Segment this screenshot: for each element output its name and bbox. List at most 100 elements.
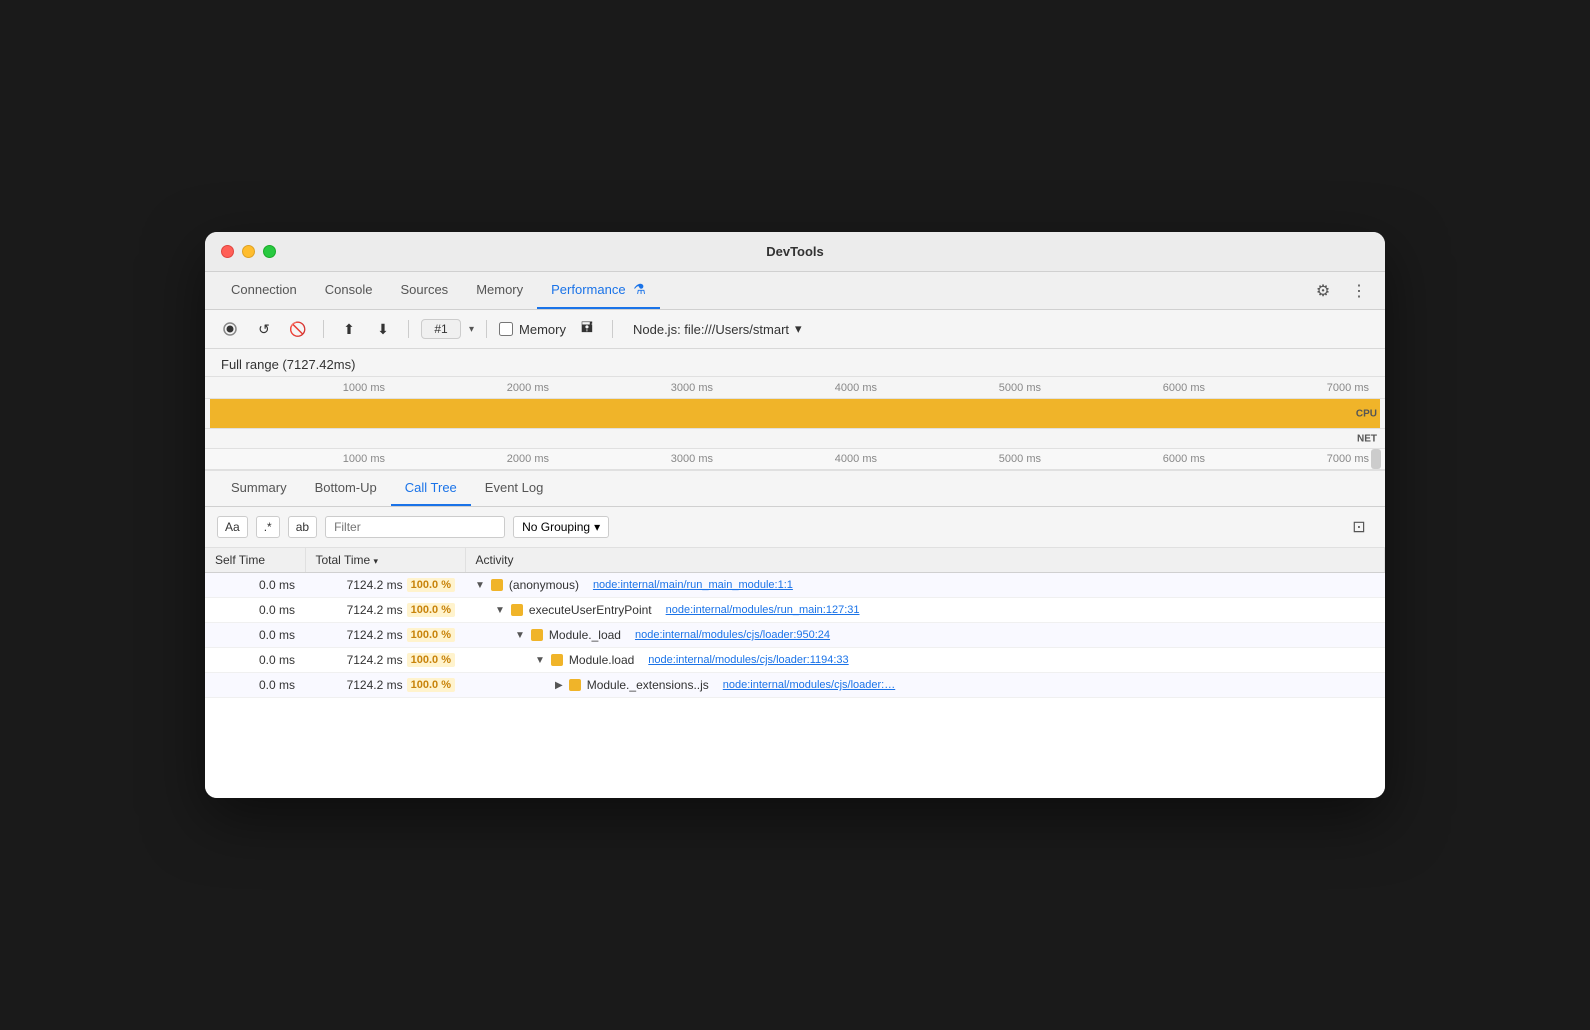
table-container[interactable]: Self Time Total Time ▾ Activity 0.0 ms 71… xyxy=(205,548,1385,798)
expand-arrow[interactable]: ▼ xyxy=(535,655,545,666)
activity-color-box xyxy=(569,679,581,691)
total-time-cell: 7124.2 ms100.0 % xyxy=(305,673,465,698)
total-ms: 7124.2 ms xyxy=(347,653,403,667)
grouping-label: No Grouping xyxy=(522,520,590,534)
activity-link[interactable]: node:internal/main/run_main_module:1:1 xyxy=(593,579,793,591)
expand-arrow[interactable]: ▶ xyxy=(555,680,563,691)
self-time-cell: 0.0 ms xyxy=(205,598,305,623)
ruler-mark-b7000: 7000 ms xyxy=(1327,453,1369,465)
activity-link[interactable]: node:internal/modules/cjs/loader:… xyxy=(723,679,895,691)
ruler-mark-7000: 7000 ms xyxy=(1327,382,1369,394)
screenshots-icon[interactable]: 🖬 xyxy=(574,316,600,342)
grouping-dropdown[interactable]: No Grouping ▾ xyxy=(513,516,609,538)
activity-link[interactable]: node:internal/modules/run_main:127:31 xyxy=(666,604,860,616)
clear-button[interactable]: 🚫 xyxy=(285,316,311,342)
total-time-cell: 7124.2 ms100.0 % xyxy=(305,598,465,623)
total-pct: 100.0 % xyxy=(407,653,455,667)
total-time-cell: 7124.2 ms 100.0 % xyxy=(305,648,465,673)
ruler-mark-4000: 4000 ms xyxy=(835,382,877,394)
activity-name: executeUserEntryPoint xyxy=(529,603,652,617)
cpu-bar-container: CPU xyxy=(205,399,1385,429)
activity-name: Module.load xyxy=(569,653,634,667)
tab-bottom-up[interactable]: Bottom-Up xyxy=(301,471,391,506)
tab-sources[interactable]: Sources xyxy=(386,273,462,308)
th-total-time[interactable]: Total Time ▾ xyxy=(305,548,465,573)
timeline-ruler-top: 1000 ms 2000 ms 3000 ms 4000 ms 5000 ms … xyxy=(205,377,1385,399)
panel-layout-icon[interactable]: ⊡ xyxy=(1345,513,1373,541)
recording-dropdown[interactable]: ▾ xyxy=(469,324,474,335)
aa-filter-button[interactable]: Aa xyxy=(217,516,248,538)
expand-arrow[interactable]: ▼ xyxy=(515,630,525,641)
table-row: 0.0 ms7124.2 ms100.0 %▼Module.loadnode:i… xyxy=(205,648,1385,673)
minimize-button[interactable] xyxy=(242,245,255,258)
memory-checkbox-label[interactable]: Memory xyxy=(499,322,566,337)
th-self-time[interactable]: Self Time xyxy=(205,548,305,573)
download-icon[interactable]: ⬇ xyxy=(370,316,396,342)
beaker-icon: ⚗ xyxy=(633,281,646,297)
self-time-cell: 0.0 ms xyxy=(205,573,305,598)
activity-cell: ▼ executeUserEntryPoint node:internal/modu… xyxy=(465,598,1385,623)
activity-link[interactable]: node:internal/modules/cjs/loader:1194:33 xyxy=(648,654,848,666)
activity-name: (anonymous) xyxy=(509,578,579,592)
filter-input[interactable] xyxy=(325,516,505,538)
tab-console[interactable]: Console xyxy=(311,273,387,308)
total-time-cell: 7124.2 ms 100.0 % xyxy=(305,623,465,648)
activity-color-box xyxy=(531,629,543,641)
total-pct: 100.0 % xyxy=(407,628,455,642)
net-bar-container: NET xyxy=(205,429,1385,449)
th-activity[interactable]: Activity xyxy=(465,548,1385,573)
toolbar: ↺ 🚫 ⬆ ⬇ #1 ▾ Memory 🖬 Node.js: file:///U… xyxy=(205,310,1385,349)
window-title: DevTools xyxy=(766,244,824,259)
timeline-scrollbar[interactable] xyxy=(1371,449,1381,469)
memory-checkbox-input[interactable] xyxy=(499,322,513,336)
ruler-mark-5000: 5000 ms xyxy=(999,382,1041,394)
upload-icon[interactable]: ⬆ xyxy=(336,316,362,342)
expand-arrow[interactable]: ▼ xyxy=(495,605,505,616)
activity-name: Module._extensions..js xyxy=(587,678,709,692)
tab-memory[interactable]: Memory xyxy=(462,273,537,308)
traffic-lights xyxy=(221,245,276,258)
target-selector[interactable]: Node.js: file:///Users/stmart ▾ xyxy=(633,321,802,337)
activity-name: Module._load xyxy=(549,628,621,642)
maximize-button[interactable] xyxy=(263,245,276,258)
record-button[interactable] xyxy=(217,316,243,342)
self-time-cell: 0.0 ms xyxy=(205,623,305,648)
tab-call-tree[interactable]: Call Tree xyxy=(391,471,471,506)
tabs-bar: Connection Console Sources Memory Perfor… xyxy=(205,272,1385,310)
close-button[interactable] xyxy=(221,245,234,258)
timeline-header: Full range (7127.42ms) xyxy=(205,349,1385,377)
settings-icon[interactable]: ⚙ xyxy=(1309,277,1337,305)
expand-arrow[interactable]: ▼ xyxy=(475,580,485,591)
more-options-icon[interactable]: ⋮ xyxy=(1345,277,1373,305)
ruler-labels-top: 1000 ms 2000 ms 3000 ms 4000 ms 5000 ms … xyxy=(221,382,1369,394)
total-ms: 7124.2 ms xyxy=(347,603,403,617)
case-filter-button[interactable]: ab xyxy=(288,516,317,538)
timeline-ruler-bottom[interactable]: 1000 ms 2000 ms 3000 ms 4000 ms 5000 ms … xyxy=(205,449,1385,471)
ruler-mark-3000: 3000 ms xyxy=(671,382,713,394)
activity-link[interactable]: node:internal/modules/cjs/loader:950:24 xyxy=(635,629,830,641)
activity-cell: ▼ Module.load node:internal/modules/cjs/lo… xyxy=(465,648,1385,673)
table-body: 0.0 ms 7124.2 ms 100.0 % ▼ (anonymous) node:i… xyxy=(205,573,1385,698)
regex-filter-button[interactable]: .* xyxy=(256,516,280,538)
ruler-mark-6000: 6000 ms xyxy=(1163,382,1205,394)
reload-button[interactable]: ↺ xyxy=(251,316,277,342)
tab-connection[interactable]: Connection xyxy=(217,273,311,308)
tab-performance[interactable]: Performance ⚗ xyxy=(537,272,660,309)
tab-event-log[interactable]: Event Log xyxy=(471,471,558,506)
ruler-mark-2000: 2000 ms xyxy=(507,382,549,394)
ruler-mark-b5000: 5000 ms xyxy=(999,453,1041,465)
target-dropdown-arrow[interactable]: ▾ xyxy=(795,321,802,337)
divider-2 xyxy=(408,320,409,338)
call-tree-table: Self Time Total Time ▾ Activity 0.0 ms 71… xyxy=(205,548,1385,698)
tab-summary[interactable]: Summary xyxy=(217,471,301,506)
table-row: 0.0 ms 7124.2 ms 100.0 % ▼ Module._load node:… xyxy=(205,623,1385,648)
total-ms: 7124.2 ms xyxy=(347,578,403,592)
net-label: NET xyxy=(1357,433,1377,444)
ruler-mark-b4000: 4000 ms xyxy=(835,453,877,465)
recording-number[interactable]: #1 xyxy=(421,319,461,339)
activity-color-box xyxy=(491,579,503,591)
divider-3 xyxy=(486,320,487,338)
total-ms: 7124.2 ms xyxy=(347,628,403,642)
ruler-mark-b3000: 3000 ms xyxy=(671,453,713,465)
target-label: Node.js: file:///Users/stmart xyxy=(633,322,789,337)
